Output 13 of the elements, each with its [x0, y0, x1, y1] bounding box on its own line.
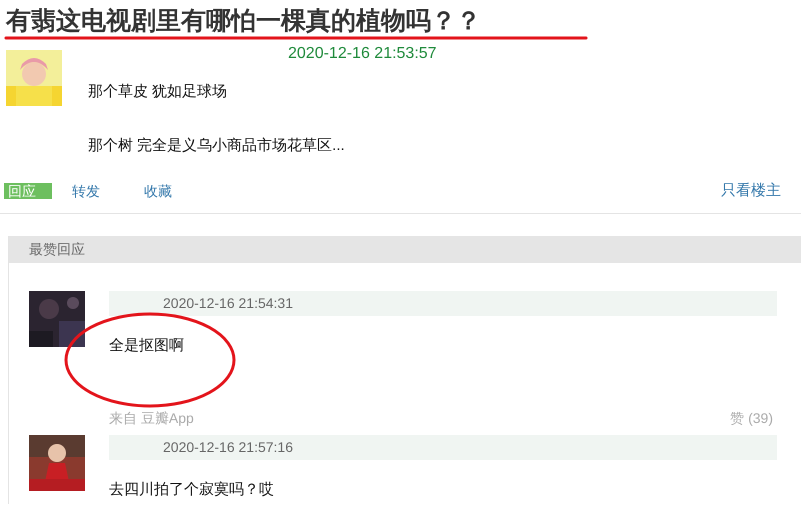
- reply-text: 去四川拍了个寂寞吗？哎: [109, 480, 275, 500]
- reply-time: 2020-12-16 21:57:16: [109, 434, 777, 460]
- post-time: 2020-12-16 21:53:57: [288, 45, 437, 62]
- post-paragraph: 那个树 完全是义乌小商品市场花草区...: [88, 136, 346, 156]
- reply-time: 2020-12-16 21:54:31: [109, 290, 777, 316]
- reply-text: 全是抠图啊: [109, 336, 185, 356]
- author-only-link[interactable]: 只看楼主: [721, 180, 781, 202]
- post-paragraph: 那个草皮 犹如足球场: [88, 82, 228, 102]
- reply-source: 来自 豆瓣App: [109, 408, 194, 428]
- action-link[interactable]: 转发: [72, 180, 100, 202]
- post-title: 有翡这电视剧里有哪怕一棵真的植物吗？？: [4, 6, 482, 36]
- action-link[interactable]: 收藏: [144, 180, 172, 202]
- section-heading: 最赞回应: [9, 236, 801, 262]
